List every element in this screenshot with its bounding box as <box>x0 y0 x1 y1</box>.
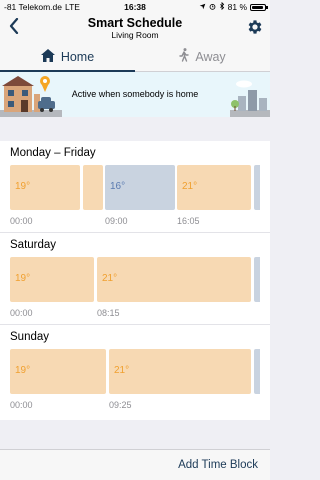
nav-titles: Smart Schedule Living Room <box>87 15 183 40</box>
schedule-sunday: Sunday 19° 21° 00:00 09:25 <box>0 324 270 420</box>
time-block[interactable]: 19° <box>10 165 80 210</box>
schedule-saturday: Saturday 19° 21° 00:00 08:15 <box>0 232 270 324</box>
time-block[interactable]: 21° <box>109 349 251 394</box>
block-temperature: 16° <box>110 181 126 192</box>
status-banner: Active when somebody is home <box>0 72 270 117</box>
block-temperature: 19° <box>15 181 31 192</box>
alarm-icon <box>209 2 216 12</box>
add-time-block-button[interactable]: Add Time Block <box>178 459 258 471</box>
location-icon <box>199 2 206 12</box>
time-label: 09:25 <box>109 400 132 410</box>
time-block-row: 19° 16° 21° <box>10 165 260 210</box>
time-block[interactable]: 16° <box>105 165 175 210</box>
battery-label: 81 % <box>227 2 247 12</box>
time-label: 00:00 <box>10 216 33 226</box>
time-block[interactable]: 19° <box>10 349 106 394</box>
block-temperature: 21° <box>102 273 118 284</box>
time-label: 08:15 <box>97 308 120 318</box>
time-block[interactable]: 21° <box>177 165 251 210</box>
time-label: 16:05 <box>177 216 200 226</box>
time-labels: 00:00 09:25 <box>10 394 260 416</box>
time-block-row: 19° 21° <box>10 257 260 302</box>
carrier-label: -81 Telekom.de <box>4 2 62 12</box>
block-temperature: 21° <box>114 365 130 376</box>
city-illustration-icon <box>230 72 270 122</box>
schedule-title: Monday – Friday <box>10 147 96 159</box>
time-label: 00:00 <box>10 308 33 318</box>
status-left: -81 Telekom.de LTE <box>4 2 80 12</box>
network-label: LTE <box>64 2 80 12</box>
chevron-left-icon <box>9 17 19 39</box>
tab-away[interactable]: Away <box>135 42 270 71</box>
next-block-edge <box>254 257 260 302</box>
page-subtitle: Living Room <box>111 30 159 40</box>
page-title: Smart Schedule <box>87 15 183 30</box>
tab-away-label: Away <box>195 49 226 64</box>
tab-bar: Home Away <box>0 42 270 72</box>
back-button[interactable] <box>6 17 22 39</box>
banner-text: Active when somebody is home <box>71 88 199 99</box>
block-temperature: 19° <box>15 273 31 284</box>
time-block[interactable] <box>83 165 103 210</box>
settings-button[interactable] <box>246 18 264 36</box>
time-block[interactable]: 21° <box>97 257 251 302</box>
schedule-title: Saturday <box>10 239 57 251</box>
tab-home-label: Home <box>60 49 95 64</box>
walking-person-icon <box>179 48 190 65</box>
time-labels: 00:00 08:15 <box>10 302 260 324</box>
gear-icon <box>246 20 264 40</box>
time-label: 00:00 <box>10 400 33 410</box>
status-bar: -81 Telekom.de LTE 16:38 81 % <box>0 0 270 14</box>
next-block-edge <box>254 349 260 394</box>
next-block-edge <box>254 165 260 210</box>
battery-icon <box>250 3 268 11</box>
time-label: 09:00 <box>105 216 128 226</box>
house-illustration-icon <box>0 72 62 122</box>
house-icon <box>40 48 55 65</box>
status-right: 81 % <box>199 1 268 12</box>
schedule-title: Sunday <box>10 331 50 343</box>
footer-toolbar: Add Time Block <box>0 449 270 480</box>
time-block[interactable]: 19° <box>10 257 94 302</box>
time-block-row: 19° 21° <box>10 349 260 394</box>
nav-bar: Smart Schedule Living Room <box>0 14 270 42</box>
bluetooth-icon <box>219 1 225 12</box>
time-labels: 00:00 09:00 16:05 <box>10 210 260 232</box>
tab-home[interactable]: Home <box>0 42 135 72</box>
block-temperature: 19° <box>15 365 31 376</box>
block-temperature: 21° <box>182 181 198 192</box>
schedule-weekdays: Monday – Friday 19° 16° 21° 00:00 09:00 … <box>0 141 270 232</box>
